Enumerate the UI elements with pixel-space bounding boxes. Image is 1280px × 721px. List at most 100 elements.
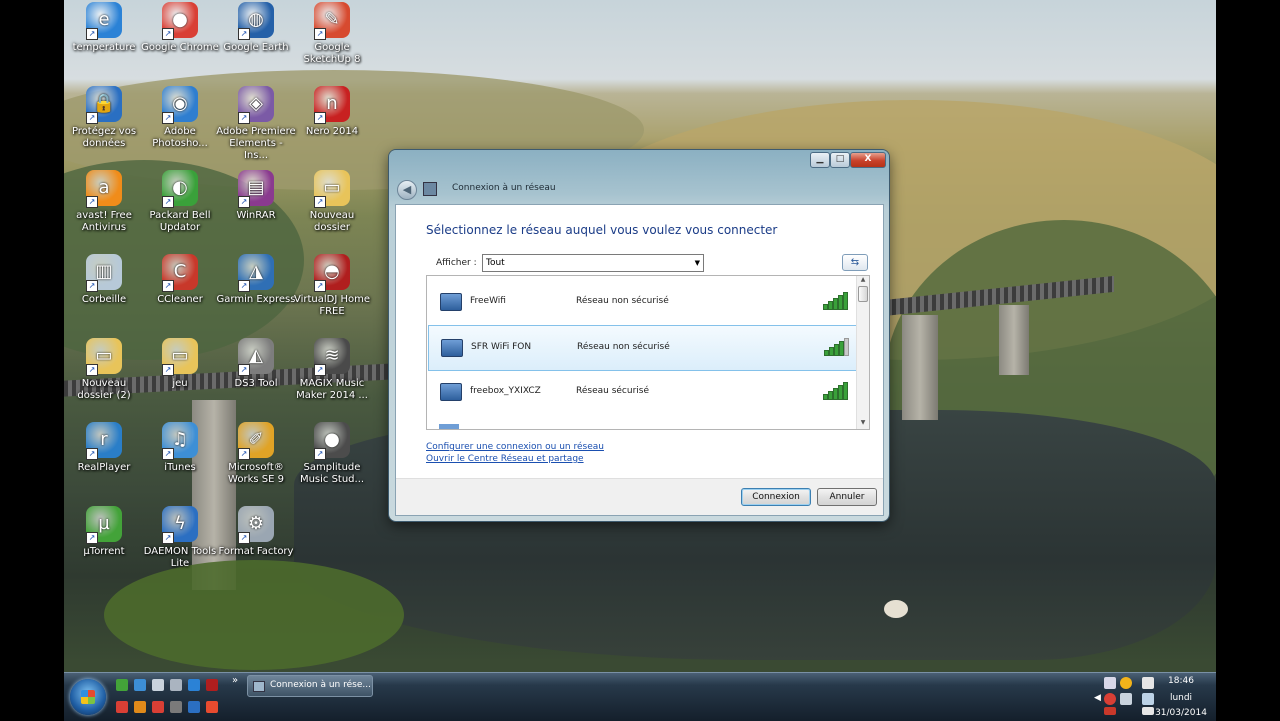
- quick-launch-icon[interactable]: [188, 701, 200, 713]
- refresh-button[interactable]: ⇆: [842, 254, 868, 271]
- quick-launch-icon[interactable]: [170, 701, 182, 713]
- connect-button[interactable]: Connexion: [741, 488, 811, 506]
- desktop-icon[interactable]: ϟ ↗ DAEMON Tools Lite: [140, 504, 220, 570]
- clock[interactable]: 18:46 lundi 31/03/2014: [1150, 673, 1212, 721]
- desktop-icon[interactable]: C ↗ CCleaner: [140, 252, 220, 306]
- network-name: FreeWifi: [470, 296, 506, 306]
- taskbar: » Connexion à un rése... ◀ 18:46 lundi 3…: [64, 672, 1216, 721]
- shortcut-arrow-icon: ↗: [314, 280, 326, 292]
- tray-chrome-icon[interactable]: [1104, 693, 1116, 705]
- app-icon: ≋ ↗: [314, 338, 350, 376]
- shortcut-arrow-icon: ↗: [162, 28, 174, 40]
- desktop-icon[interactable]: ▥ ↗ Corbeille: [64, 252, 144, 306]
- desktop-icon[interactable]: a ↗ avast! Free Antivirus: [64, 168, 144, 234]
- quick-launch-icon[interactable]: [134, 679, 146, 691]
- desktop-icon[interactable]: ✐ ↗ Microsoft® Works SE 9: [216, 420, 296, 486]
- tray-monitor-icon[interactable]: [1120, 693, 1132, 705]
- desktop-icon[interactable]: ◉ ↗ Adobe Photosho...: [140, 84, 220, 150]
- quick-launch-icon[interactable]: [188, 679, 200, 691]
- desktop-icon[interactable]: ▭ ↗ jeu: [140, 336, 220, 390]
- start-button[interactable]: [70, 679, 106, 715]
- desktop-icon[interactable]: ◮ ↗ Garmin Express: [216, 252, 296, 306]
- desktop-icon[interactable]: 🔒 ↗ Protégez vos données: [64, 84, 144, 150]
- network-row[interactable]: freebox_YXIXCZ Réseau sécurisé: [428, 370, 855, 414]
- desktop-icon[interactable]: n ↗ Nero 2014: [292, 84, 372, 138]
- app-icon: n ↗: [314, 86, 350, 124]
- app-icon: ✐ ↗: [238, 422, 274, 460]
- app-icon: ♫ ↗: [162, 422, 198, 460]
- desktop-icon[interactable]: r ↗ RealPlayer: [64, 420, 144, 474]
- scroll-up-icon[interactable]: ▲: [857, 276, 869, 286]
- desktop-icon[interactable]: ▤ ↗ WinRAR: [216, 168, 296, 222]
- bridge-pillar: [999, 305, 1029, 375]
- desktop-icon[interactable]: ▭ ↗ Nouveau dossier (2): [64, 336, 144, 402]
- quick-launch-icon[interactable]: [152, 701, 164, 713]
- scroll-down-icon[interactable]: ▼: [857, 419, 869, 429]
- desktop-icon[interactable]: µ ↗ µTorrent: [64, 504, 144, 558]
- minimize-button[interactable]: ▁: [810, 152, 830, 168]
- quick-launch-icon[interactable]: [152, 679, 164, 691]
- quick-launch-icon[interactable]: [170, 679, 182, 691]
- app-icon-glyph: ◈: [249, 93, 263, 114]
- app-icon-glyph: ▭: [95, 345, 113, 366]
- quick-launch-icon[interactable]: [206, 701, 218, 713]
- scrollbar[interactable]: ▲ ▼: [856, 276, 869, 429]
- app-icon: ◮ ↗: [238, 254, 274, 292]
- network-row-partial[interactable]: [439, 424, 459, 429]
- close-button[interactable]: X: [850, 152, 886, 168]
- app-icon-glyph: n: [326, 93, 338, 114]
- shortcut-arrow-icon: ↗: [162, 196, 174, 208]
- shortcut-arrow-icon: ↗: [162, 364, 174, 376]
- desktop-icon[interactable]: ♫ ↗ iTunes: [140, 420, 220, 474]
- tray-update-icon[interactable]: [1120, 677, 1132, 689]
- desktop-icon[interactable]: ◈ ↗ Adobe Premiere Elements - Ins...: [216, 84, 296, 162]
- back-button[interactable]: ◀: [397, 180, 417, 200]
- app-icon-glyph: ●: [172, 9, 188, 30]
- maximize-button[interactable]: □: [830, 152, 850, 168]
- quick-launch-icon[interactable]: [116, 679, 128, 691]
- wifi-network-icon: [441, 339, 463, 357]
- desktop-icon-label: Adobe Photosho...: [152, 126, 208, 149]
- tray-alert-icon[interactable]: [1104, 707, 1116, 715]
- filter-select[interactable]: Tout ▼: [482, 254, 704, 272]
- network-icon: [253, 681, 265, 692]
- quick-launch-icon[interactable]: [134, 701, 146, 713]
- quick-launch-icon[interactable]: [206, 679, 218, 691]
- network-row[interactable]: SFR WiFi FON Réseau non sécurisé: [428, 325, 857, 371]
- app-icon-glyph: ▭: [171, 345, 189, 366]
- tray-network-icon[interactable]: [1104, 677, 1116, 689]
- desktop-icon[interactable]: ◓ ↗ VirtualDJ Home FREE: [292, 252, 372, 318]
- desktop-icon[interactable]: ◭ ↗ DS3 Tool: [216, 336, 296, 390]
- desktop-icon[interactable]: ⚙ ↗ Format Factory: [216, 504, 296, 558]
- app-icon: ϟ ↗: [162, 506, 198, 544]
- app-icon-glyph: ✐: [248, 429, 264, 450]
- scrollbar-thumb[interactable]: [858, 286, 868, 302]
- taskbar-task-label: Connexion à un rése...: [270, 680, 371, 690]
- desktop-icon[interactable]: ● ↗ Google Chrome: [140, 0, 220, 54]
- desktop-icon[interactable]: ≋ ↗ MAGIX Music Maker 2014 ...: [292, 336, 372, 402]
- desktop-icon[interactable]: e ↗ temperature: [64, 0, 144, 54]
- app-icon-glyph: ⚙: [247, 513, 265, 534]
- signal-strength-icon: [823, 382, 848, 400]
- quick-launch-icon[interactable]: [116, 701, 128, 713]
- desktop-icon[interactable]: ◐ ↗ Packard Bell Updator: [140, 168, 220, 234]
- desktop-icon[interactable]: ● ↗ Samplitude Music Stud...: [292, 420, 372, 486]
- app-icon: ● ↗: [162, 2, 198, 40]
- tray-expand-icon[interactable]: ◀: [1094, 693, 1101, 703]
- shortcut-arrow-icon: ↗: [86, 364, 98, 376]
- network-row[interactable]: FreeWifi Réseau non sécurisé: [428, 280, 855, 324]
- cancel-button[interactable]: Annuler: [817, 488, 877, 506]
- configure-connection-link[interactable]: Configurer une connexion ou un réseau: [426, 442, 604, 452]
- taskbar-task-connexion[interactable]: Connexion à un rése...: [247, 675, 373, 697]
- network-center-link[interactable]: Ouvrir le Centre Réseau et partage: [426, 454, 584, 464]
- desktop-icon[interactable]: ◍ ↗ Google Earth: [216, 0, 296, 54]
- desktop-icon[interactable]: ▭ ↗ Nouveau dossier: [292, 168, 372, 234]
- network-list[interactable]: FreeWifi Réseau non sécurisé SFR WiFi FON R…: [426, 275, 870, 430]
- app-icon: ⚙ ↗: [238, 506, 274, 544]
- network-status: Réseau sécurisé: [576, 386, 649, 396]
- shortcut-arrow-icon: ↗: [238, 28, 250, 40]
- desktop-icon[interactable]: ✎ ↗ Google SketchUp 8: [292, 0, 372, 66]
- shortcut-arrow-icon: ↗: [86, 112, 98, 124]
- quick-launch-overflow[interactable]: »: [232, 675, 238, 686]
- app-icon-glyph: ◮: [249, 261, 263, 282]
